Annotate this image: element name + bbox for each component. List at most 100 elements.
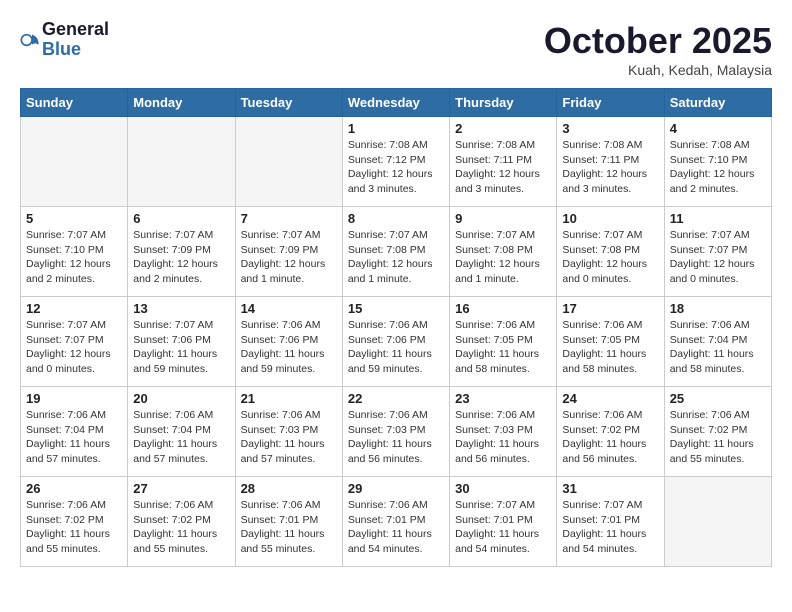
calendar-cell: 28Sunrise: 7:06 AM Sunset: 7:01 PM Dayli… xyxy=(235,477,342,567)
calendar-cell: 27Sunrise: 7:06 AM Sunset: 7:02 PM Dayli… xyxy=(128,477,235,567)
week-row-3: 19 Sunrise: 7:06 AM Sunset: 7:04 PM Dayli… xyxy=(21,387,772,477)
day-number: 22 xyxy=(348,391,444,406)
weekday-header-row: SundayMondayTuesdayWednesdayThursdayFrid… xyxy=(21,89,772,117)
day-number: 14 xyxy=(241,301,337,316)
calendar-cell: 14 Sunrise: 7:06 AM Sunset: 7:06 PM Dayli… xyxy=(235,297,342,387)
day-info: Sunrise: 7:07 AM Sunset: 7:01 PM Dayligh… xyxy=(562,498,658,557)
day-number: 6 xyxy=(133,211,229,226)
calendar-cell: 5 Sunrise: 7:07 AM Sunset: 7:10 PM Daylig… xyxy=(21,207,128,297)
day-info: Sunrise: 7:06 AM Sunset: 7:03 PM Dayligh… xyxy=(455,408,551,467)
calendar-cell: 10Sunrise: 7:07 AM Sunset: 7:08 PM Dayli… xyxy=(557,207,664,297)
day-number: 29 xyxy=(348,481,444,496)
calendar-cell: 18 Sunrise: 7:06 AM Sunset: 7:04 PM Dayli… xyxy=(664,297,771,387)
day-number: 5 xyxy=(26,211,122,226)
calendar-cell: 1 Sunrise: 7:08 AM Sunset: 7:12 PM Daylig… xyxy=(342,117,449,207)
day-number: 15 xyxy=(348,301,444,316)
day-info: Sunrise: 7:07 AM Sunset: 7:10 PM Dayligh… xyxy=(26,228,122,287)
day-number: 1 xyxy=(348,121,444,136)
calendar-cell: 9 Sunrise: 7:07 AM Sunset: 7:08 PM Daylig… xyxy=(450,207,557,297)
logo-line1: General xyxy=(42,20,109,40)
location: Kuah, Kedah, Malaysia xyxy=(544,62,772,78)
day-info: Sunrise: 7:06 AM Sunset: 7:06 PM Dayligh… xyxy=(241,318,337,377)
day-number: 16 xyxy=(455,301,551,316)
logo: General Blue xyxy=(20,20,109,60)
calendar-cell: 30 Sunrise: 7:07 AM Sunset: 7:01 PM Dayli… xyxy=(450,477,557,567)
calendar-cell: 6 Sunrise: 7:07 AM Sunset: 7:09 PM Daylig… xyxy=(128,207,235,297)
calendar-cell: 23Sunrise: 7:06 AM Sunset: 7:03 PM Dayli… xyxy=(450,387,557,477)
day-number: 31 xyxy=(562,481,658,496)
day-info: Sunrise: 7:07 AM Sunset: 7:09 PM Dayligh… xyxy=(133,228,229,287)
calendar-cell: 17 Sunrise: 7:06 AM Sunset: 7:05 PM Dayli… xyxy=(557,297,664,387)
day-info: Sunrise: 7:06 AM Sunset: 7:05 PM Dayligh… xyxy=(562,318,658,377)
calendar-cell: 31 Sunrise: 7:07 AM Sunset: 7:01 PM Dayli… xyxy=(557,477,664,567)
day-info: Sunrise: 7:06 AM Sunset: 7:03 PM Dayligh… xyxy=(348,408,444,467)
calendar-cell: 19 Sunrise: 7:06 AM Sunset: 7:04 PM Dayli… xyxy=(21,387,128,477)
day-number: 2 xyxy=(455,121,551,136)
calendar-cell: 12Sunrise: 7:07 AM Sunset: 7:07 PM Dayli… xyxy=(21,297,128,387)
day-number: 30 xyxy=(455,481,551,496)
day-number: 17 xyxy=(562,301,658,316)
day-number: 25 xyxy=(670,391,766,406)
day-info: Sunrise: 7:06 AM Sunset: 7:06 PM Dayligh… xyxy=(348,318,444,377)
month-title: October 2025 xyxy=(544,20,772,62)
day-info: Sunrise: 7:07 AM Sunset: 7:09 PM Dayligh… xyxy=(241,228,337,287)
week-row-0: 1 Sunrise: 7:08 AM Sunset: 7:12 PM Daylig… xyxy=(21,117,772,207)
calendar-cell: 7 Sunrise: 7:07 AM Sunset: 7:09 PM Daylig… xyxy=(235,207,342,297)
day-number: 24 xyxy=(562,391,658,406)
title-section: October 2025 Kuah, Kedah, Malaysia xyxy=(544,20,772,78)
calendar-cell: 21 Sunrise: 7:06 AM Sunset: 7:03 PM Dayli… xyxy=(235,387,342,477)
calendar-cell: 20 Sunrise: 7:06 AM Sunset: 7:04 PM Dayli… xyxy=(128,387,235,477)
day-info: Sunrise: 7:07 AM Sunset: 7:08 PM Dayligh… xyxy=(455,228,551,287)
day-number: 7 xyxy=(241,211,337,226)
calendar-cell: 22 Sunrise: 7:06 AM Sunset: 7:03 PM Dayli… xyxy=(342,387,449,477)
day-number: 20 xyxy=(133,391,229,406)
day-info: Sunrise: 7:08 AM Sunset: 7:11 PM Dayligh… xyxy=(562,138,658,197)
day-info: Sunrise: 7:06 AM Sunset: 7:04 PM Dayligh… xyxy=(26,408,122,467)
logo-line2: Blue xyxy=(42,40,109,60)
calendar-cell xyxy=(235,117,342,207)
day-info: Sunrise: 7:06 AM Sunset: 7:02 PM Dayligh… xyxy=(562,408,658,467)
day-number: 21 xyxy=(241,391,337,406)
day-info: Sunrise: 7:07 AM Sunset: 7:07 PM Dayligh… xyxy=(26,318,122,377)
day-number: 13 xyxy=(133,301,229,316)
weekday-header-saturday: Saturday xyxy=(664,89,771,117)
day-number: 3 xyxy=(562,121,658,136)
day-info: Sunrise: 7:07 AM Sunset: 7:07 PM Dayligh… xyxy=(670,228,766,287)
day-info: Sunrise: 7:06 AM Sunset: 7:02 PM Dayligh… xyxy=(26,498,122,557)
weekday-header-tuesday: Tuesday xyxy=(235,89,342,117)
day-number: 18 xyxy=(670,301,766,316)
calendar-cell: 29 Sunrise: 7:06 AM Sunset: 7:01 PM Dayli… xyxy=(342,477,449,567)
day-info: Sunrise: 7:06 AM Sunset: 7:03 PM Dayligh… xyxy=(241,408,337,467)
calendar-cell: 4 Sunrise: 7:08 AM Sunset: 7:10 PM Daylig… xyxy=(664,117,771,207)
calendar-cell: 11 Sunrise: 7:07 AM Sunset: 7:07 PM Dayli… xyxy=(664,207,771,297)
week-row-1: 5 Sunrise: 7:07 AM Sunset: 7:10 PM Daylig… xyxy=(21,207,772,297)
day-info: Sunrise: 7:08 AM Sunset: 7:12 PM Dayligh… xyxy=(348,138,444,197)
calendar-cell: 25Sunrise: 7:06 AM Sunset: 7:02 PM Dayli… xyxy=(664,387,771,477)
weekday-header-wednesday: Wednesday xyxy=(342,89,449,117)
calendar-cell xyxy=(128,117,235,207)
day-number: 4 xyxy=(670,121,766,136)
day-info: Sunrise: 7:06 AM Sunset: 7:05 PM Dayligh… xyxy=(455,318,551,377)
day-number: 19 xyxy=(26,391,122,406)
day-info: Sunrise: 7:08 AM Sunset: 7:10 PM Dayligh… xyxy=(670,138,766,197)
calendar: SundayMondayTuesdayWednesdayThursdayFrid… xyxy=(20,88,772,567)
day-info: Sunrise: 7:06 AM Sunset: 7:01 PM Dayligh… xyxy=(241,498,337,557)
calendar-cell: 2 Sunrise: 7:08 AM Sunset: 7:11 PM Daylig… xyxy=(450,117,557,207)
day-info: Sunrise: 7:08 AM Sunset: 7:11 PM Dayligh… xyxy=(455,138,551,197)
day-number: 10 xyxy=(562,211,658,226)
weekday-header-thursday: Thursday xyxy=(450,89,557,117)
day-info: Sunrise: 7:06 AM Sunset: 7:04 PM Dayligh… xyxy=(670,318,766,377)
calendar-cell: 24 Sunrise: 7:06 AM Sunset: 7:02 PM Dayli… xyxy=(557,387,664,477)
day-info: Sunrise: 7:06 AM Sunset: 7:01 PM Dayligh… xyxy=(348,498,444,557)
page-header: General Blue October 2025 Kuah, Kedah, M… xyxy=(20,20,772,78)
week-row-4: 26Sunrise: 7:06 AM Sunset: 7:02 PM Dayli… xyxy=(21,477,772,567)
week-row-2: 12Sunrise: 7:07 AM Sunset: 7:07 PM Dayli… xyxy=(21,297,772,387)
day-number: 11 xyxy=(670,211,766,226)
day-info: Sunrise: 7:07 AM Sunset: 7:01 PM Dayligh… xyxy=(455,498,551,557)
calendar-cell: 26Sunrise: 7:06 AM Sunset: 7:02 PM Dayli… xyxy=(21,477,128,567)
day-number: 9 xyxy=(455,211,551,226)
day-number: 27 xyxy=(133,481,229,496)
weekday-header-sunday: Sunday xyxy=(21,89,128,117)
day-info: Sunrise: 7:06 AM Sunset: 7:04 PM Dayligh… xyxy=(133,408,229,467)
calendar-cell xyxy=(21,117,128,207)
